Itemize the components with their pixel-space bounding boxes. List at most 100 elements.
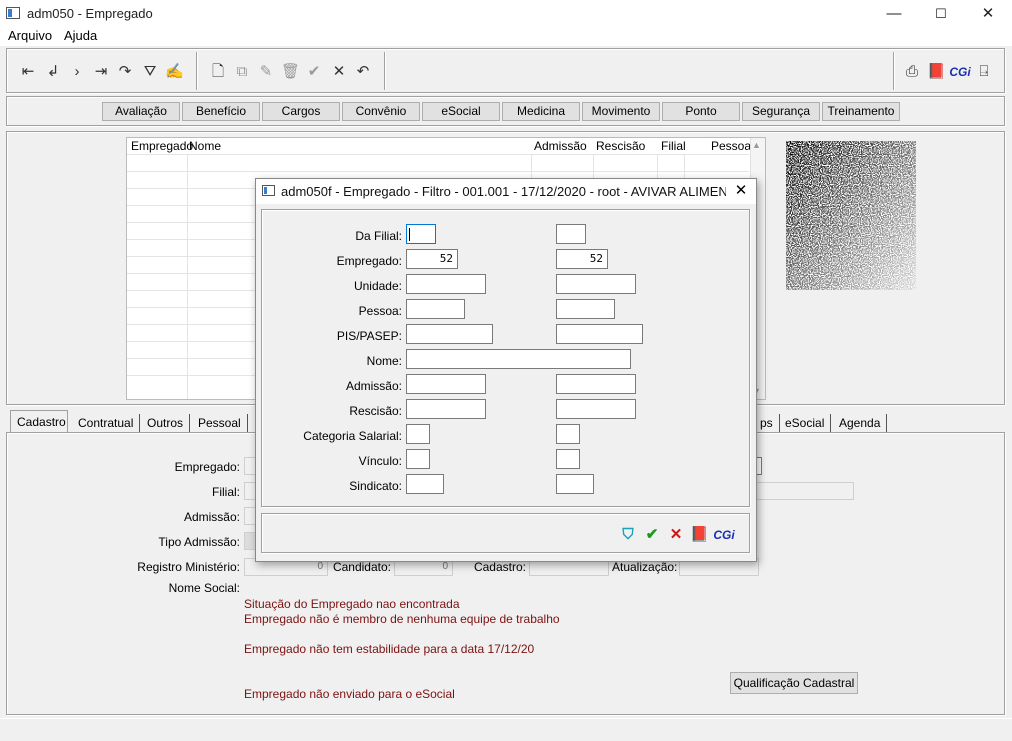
- vinculo-label: Vínculo:: [358, 454, 402, 468]
- tab-partial[interactable]: ps: [754, 414, 780, 432]
- empregado-filter-label: Empregado:: [336, 254, 402, 268]
- tab-cadastro[interactable]: Cadastro: [10, 410, 68, 433]
- sindicato-to-input[interactable]: [556, 474, 594, 494]
- app-window-icon: [6, 7, 20, 19]
- tipo-admissao-label: Tipo Admissão:: [158, 535, 240, 549]
- module-seguranca-button[interactable]: Segurança: [742, 102, 820, 121]
- edit-icon[interactable]: ✎: [257, 63, 275, 81]
- status-message: Empregado não é membro de nenhuma equipe…: [244, 612, 560, 626]
- grid-header-filial[interactable]: Filial: [661, 139, 686, 153]
- first-record-icon[interactable]: ⇤: [19, 63, 37, 81]
- ok-icon[interactable]: ✔: [643, 526, 661, 544]
- rescisao-to-input[interactable]: [556, 399, 636, 419]
- employee-photo: [786, 141, 916, 290]
- cadastro-label: Cadastro:: [473, 560, 526, 574]
- trash-icon[interactable]: 🗑: [281, 63, 300, 81]
- categoria-to-input[interactable]: [556, 424, 580, 444]
- unidade-from-input[interactable]: [406, 274, 486, 294]
- cgi-icon[interactable]: CGi: [949, 63, 971, 81]
- menu-ajuda[interactable]: Ajuda: [64, 28, 97, 43]
- sindicato-label: Sindicato:: [349, 479, 402, 493]
- module-treinamento-button[interactable]: Treinamento: [822, 102, 900, 121]
- nome-label: Nome:: [366, 354, 402, 368]
- side-field-2: [756, 482, 854, 500]
- exit-icon[interactable]: ⍈: [975, 63, 993, 81]
- filial-label: Filial:: [211, 485, 240, 499]
- categoria-salarial-label: Categoria Salarial:: [303, 429, 402, 443]
- rescisao-from-input[interactable]: [406, 399, 486, 419]
- tab-esocial[interactable]: eSocial: [779, 414, 832, 432]
- prev-record-icon[interactable]: ↲: [44, 63, 62, 81]
- tab-contratual[interactable]: Contratual: [72, 414, 141, 432]
- grid-header-rescisao[interactable]: Rescisão: [596, 139, 645, 153]
- module-avaliacao-button[interactable]: Avaliação: [102, 102, 180, 121]
- dialog-cgi-icon[interactable]: CGi: [712, 526, 736, 544]
- filial-from-input[interactable]: [406, 224, 436, 244]
- close-button[interactable]: ✕: [965, 0, 1011, 27]
- status-message: Situação do Empregado nao encontrada: [244, 597, 460, 611]
- nome-input[interactable]: [406, 349, 631, 369]
- cancel-icon[interactable]: ✕: [330, 63, 348, 81]
- grid-header-empregado[interactable]: Empregado: [131, 139, 193, 153]
- handshake-icon[interactable]: ✍: [165, 63, 184, 81]
- pis-from-input[interactable]: [406, 324, 493, 344]
- refresh-icon[interactable]: ↷: [116, 63, 134, 81]
- window-title: adm050 - Empregado: [27, 6, 153, 21]
- print-icon[interactable]: ⎙: [903, 63, 921, 81]
- empregado-label: Empregado:: [174, 460, 240, 474]
- qualificacao-cadastral-button[interactable]: Qualificação Cadastral: [730, 672, 858, 694]
- candidato-label: Candidato:: [332, 560, 391, 574]
- admissao-from-input[interactable]: [406, 374, 486, 394]
- new-doc-icon[interactable]: 🗋: [209, 63, 227, 81]
- categoria-from-input[interactable]: [406, 424, 430, 444]
- module-cargos-button[interactable]: Cargos: [262, 102, 340, 121]
- pessoa-to-input[interactable]: [556, 299, 615, 319]
- empregado-to-input[interactable]: 52: [556, 249, 608, 269]
- registro-label: Registro Ministério:: [137, 560, 240, 574]
- pis-pasep-label: PIS/PASEP:: [336, 329, 402, 343]
- module-esocial-button[interactable]: eSocial: [422, 102, 500, 121]
- dialog-book-icon[interactable]: 📕: [690, 526, 709, 544]
- clear-filter-icon[interactable]: ⛉: [619, 526, 637, 544]
- pessoa-from-input[interactable]: [406, 299, 465, 319]
- grid-header-nome[interactable]: Nome: [189, 139, 221, 153]
- vinculo-to-input[interactable]: [556, 449, 580, 469]
- copy-icon[interactable]: ⧉: [233, 63, 251, 81]
- filter-icon[interactable]: ⛛: [141, 63, 159, 81]
- module-beneficio-button[interactable]: Benefício: [182, 102, 260, 121]
- unidade-to-input[interactable]: [556, 274, 636, 294]
- tab-agenda[interactable]: Agenda: [833, 414, 888, 432]
- maximize-button[interactable]: ☐: [918, 0, 964, 27]
- scroll-up-icon[interactable]: ▲: [752, 140, 761, 150]
- toolbar-separator: [196, 52, 197, 90]
- module-convenio-button[interactable]: Convênio: [342, 102, 420, 121]
- confirm-icon[interactable]: ✔: [305, 63, 323, 81]
- tab-pessoal[interactable]: Pessoal: [192, 414, 248, 432]
- vinculo-from-input[interactable]: [406, 449, 430, 469]
- filial-to-input[interactable]: [556, 224, 586, 244]
- grid-divider: [187, 154, 188, 399]
- empregado-from-input[interactable]: 52: [406, 249, 458, 269]
- grid-header-admissao[interactable]: Admissão: [534, 139, 587, 153]
- module-movimento-button[interactable]: Movimento: [582, 102, 660, 121]
- grid-divider: [127, 154, 749, 155]
- atualizacao-label: Atualização:: [612, 560, 678, 574]
- pis-to-input[interactable]: [556, 324, 643, 344]
- undo-icon[interactable]: ↶: [354, 63, 372, 81]
- dialog-cancel-icon[interactable]: ✕: [667, 526, 685, 544]
- module-medicina-button[interactable]: Medicina: [502, 102, 580, 121]
- grid-header-pessoa[interactable]: Pessoa: [711, 139, 751, 153]
- book-icon[interactable]: 📕: [927, 63, 946, 81]
- tab-outros[interactable]: Outros: [141, 414, 191, 432]
- menu-arquivo[interactable]: Arquivo: [8, 28, 52, 43]
- dialog-close-button[interactable]: ✕: [730, 180, 752, 202]
- sindicato-from-input[interactable]: [406, 474, 444, 494]
- toolbar-separator: [893, 52, 894, 90]
- rescisao-filter-label: Rescisão:: [349, 404, 402, 418]
- module-ponto-button[interactable]: Ponto: [662, 102, 740, 121]
- dialog-window-icon: [262, 185, 275, 196]
- next-record-icon[interactable]: ›: [68, 63, 86, 81]
- admissao-to-input[interactable]: [556, 374, 636, 394]
- minimize-button[interactable]: —: [871, 0, 917, 27]
- last-record-icon[interactable]: ⇥: [92, 63, 110, 81]
